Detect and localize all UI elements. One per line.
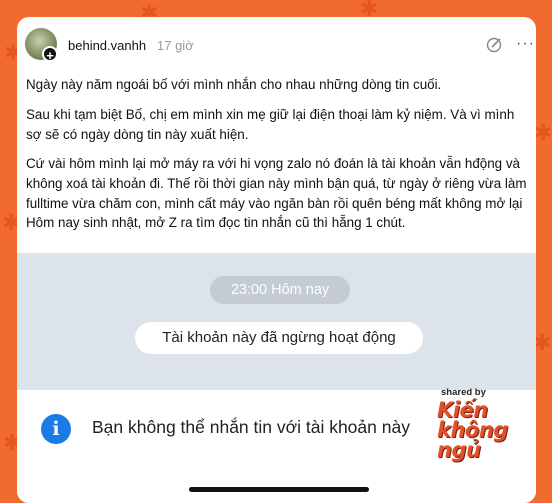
info-icon: i [41,414,71,444]
plus-icon[interactable]: + [42,46,58,63]
post: + behind.vanhh 17 giờ ··· Ngày này năm n… [17,17,536,253]
notice-text: Bạn không thể nhắn tin với tài khoản này [92,417,410,437]
post-paragraph: Ngày này năm ngoái bố với mình nhắn cho … [26,77,442,92]
edit-icon[interactable] [485,36,503,54]
post-paragraph: Hôm nay sinh nhật, mở Z ra tìm đọc tin n… [26,215,406,230]
username[interactable]: behind.vanhh [68,38,146,53]
account-status-label: Tài khoản này đã ngừng hoạt động [135,322,423,354]
brand-logo: Kiến không ngủ [437,398,509,462]
shared-by-label: shared by [441,387,486,398]
brand-line: không [437,418,508,442]
chat-time-label: 23:00 Hôm nay [210,276,350,304]
brand-line: ngủ [437,438,481,462]
post-paragraph: Cứ vài hôm mình lại mở máy ra với hi vọn… [26,156,527,211]
brand-line: Kiến [437,398,488,422]
more-icon[interactable]: ··· [516,35,535,53]
home-indicator [189,487,369,492]
chat-screenshot: 23:00 Hôm nay Tài khoản này đã ngừng hoạ… [17,253,536,503]
post-time: 17 giờ [157,38,194,53]
post-paragraph: Sau khi tạm biệt Bố, chị em mình xin mẹ … [26,107,515,142]
ant-icon: ✱ [534,120,552,145]
